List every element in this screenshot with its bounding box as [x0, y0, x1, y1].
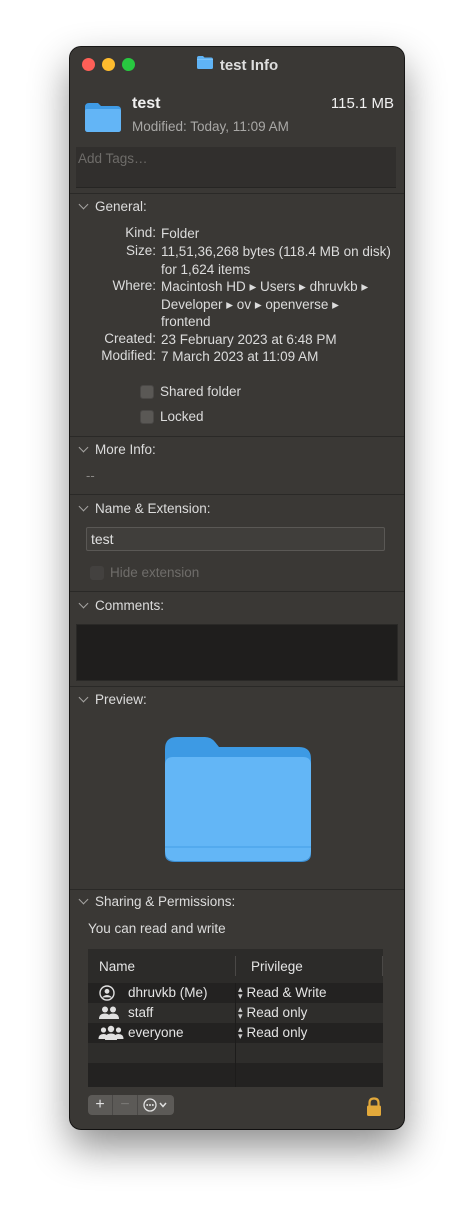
locked-label: Locked: [160, 409, 204, 424]
section-preview-heading: Preview:: [95, 692, 147, 707]
modified-label: Modified:: [101, 348, 156, 363]
privilege-value: Read only: [246, 1025, 308, 1040]
name-input-value: test: [91, 531, 114, 547]
column-header-privilege[interactable]: Privilege: [251, 959, 303, 974]
divider: [70, 686, 404, 687]
section-comments-toggle[interactable]: Comments:: [78, 598, 165, 613]
chevron-down-icon: [78, 199, 89, 210]
column-divider: [382, 956, 383, 976]
ellipsis-circle-chevron-icon: [143, 1098, 167, 1112]
privilege-value: Read & Write: [246, 985, 327, 1000]
add-user-button[interactable]: +: [88, 1095, 113, 1115]
hide-extension-checkbox[interactable]: Hide extension: [90, 565, 199, 580]
section-name-extension-toggle[interactable]: Name & Extension:: [78, 501, 211, 516]
action-menu-button[interactable]: [138, 1095, 174, 1115]
comments-textarea[interactable]: [76, 624, 398, 681]
divider: [70, 193, 404, 194]
more-info-value: --: [86, 468, 95, 483]
locked-checkbox[interactable]: Locked: [140, 409, 204, 424]
permissions-table: Name Privilege dhruvkb (Me) ▴ ▾ Read & Wr…: [88, 949, 383, 1087]
hide-extension-label: Hide extension: [110, 565, 200, 580]
row-name: staff: [128, 1005, 154, 1020]
column-header-name[interactable]: Name: [99, 959, 135, 974]
section-sharing-heading: Sharing & Permissions:: [95, 894, 236, 909]
up-down-chevron-icon: ▴ ▾: [238, 1003, 243, 1021]
chevron-down-icon: [78, 501, 89, 512]
section-sharing-toggle[interactable]: Sharing & Permissions:: [78, 894, 236, 909]
folder-icon: [84, 101, 122, 138]
section-general-toggle[interactable]: General:: [78, 199, 147, 214]
file-name: test: [132, 95, 161, 112]
divider: [70, 591, 404, 592]
divider: [70, 494, 404, 495]
section-more-info-toggle[interactable]: More Info:: [78, 442, 156, 457]
checkbox[interactable]: [140, 409, 154, 424]
created-label: Created:: [104, 331, 156, 346]
title-bar[interactable]: test Info: [70, 47, 404, 83]
column-divider: [235, 983, 236, 1087]
permission-summary: You can read and write: [88, 921, 226, 936]
up-down-chevron-icon: ▴ ▾: [238, 983, 243, 1001]
info-window: test Info test 115.1 MB Modified: Today,…: [70, 47, 404, 1129]
checkbox[interactable]: [90, 565, 104, 580]
folder-icon: [196, 55, 214, 75]
remove-user-button[interactable]: −: [113, 1095, 138, 1115]
modified-value: 7 March 2023 at 11:09 AM: [161, 349, 319, 364]
row-name: dhruvkb (Me): [128, 985, 208, 1000]
folder-preview-icon: [163, 735, 313, 868]
divider: [70, 889, 404, 890]
privilege-value: Read only: [246, 1005, 308, 1020]
privilege-select[interactable]: ▴ ▾ Read & Write: [238, 983, 327, 1001]
window-title-text: test Info: [219, 56, 279, 74]
created-value: 23 February 2023 at 6:48 PM: [161, 332, 337, 347]
table-header: Name Privilege: [88, 949, 383, 983]
file-size: 115.1 MB: [330, 95, 394, 112]
section-name-extension-heading: Name & Extension:: [95, 501, 211, 516]
window-title: test Info: [70, 47, 404, 83]
permissions-toolbar: + −: [88, 1094, 174, 1116]
chevron-down-icon: [78, 598, 89, 609]
modified-summary: Modified: Today, 11:09 AM: [132, 119, 289, 134]
kind-label: Kind:: [125, 225, 156, 240]
up-down-chevron-icon: ▴ ▾: [238, 1023, 243, 1041]
chevron-down-icon: [78, 442, 89, 453]
row-name: everyone: [128, 1025, 184, 1040]
shared-folder-label: Shared folder: [160, 384, 242, 399]
kind-value: Folder: [161, 226, 200, 241]
name-input[interactable]: test: [86, 527, 385, 551]
column-divider: [235, 956, 236, 976]
where-value: Macintosh HD ▸ Users ▸ dhruvkb ▸ Develop…: [161, 279, 369, 329]
section-more-info-heading: More Info:: [95, 442, 156, 457]
tags-placeholder: Add Tags…: [78, 151, 148, 166]
where-label: Where:: [112, 278, 156, 293]
checkbox[interactable]: [140, 384, 154, 399]
privilege-select[interactable]: ▴ ▾ Read only: [238, 1003, 308, 1021]
lock-icon[interactable]: [366, 1097, 382, 1122]
shared-folder-checkbox[interactable]: Shared folder: [140, 384, 241, 399]
chevron-down-icon: [78, 692, 89, 703]
divider: [70, 436, 404, 437]
size-value: 11,51,36,268 bytes (118.4 MB on disk) fo…: [161, 244, 391, 277]
chevron-down-icon: [78, 894, 89, 905]
section-comments-heading: Comments:: [95, 598, 165, 613]
size-label: Size:: [125, 243, 156, 258]
privilege-select[interactable]: ▴ ▾ Read only: [238, 1023, 308, 1041]
section-general-heading: General:: [95, 199, 147, 214]
section-preview-toggle[interactable]: Preview:: [78, 692, 147, 707]
tags-field[interactable]: Add Tags…: [76, 147, 396, 188]
